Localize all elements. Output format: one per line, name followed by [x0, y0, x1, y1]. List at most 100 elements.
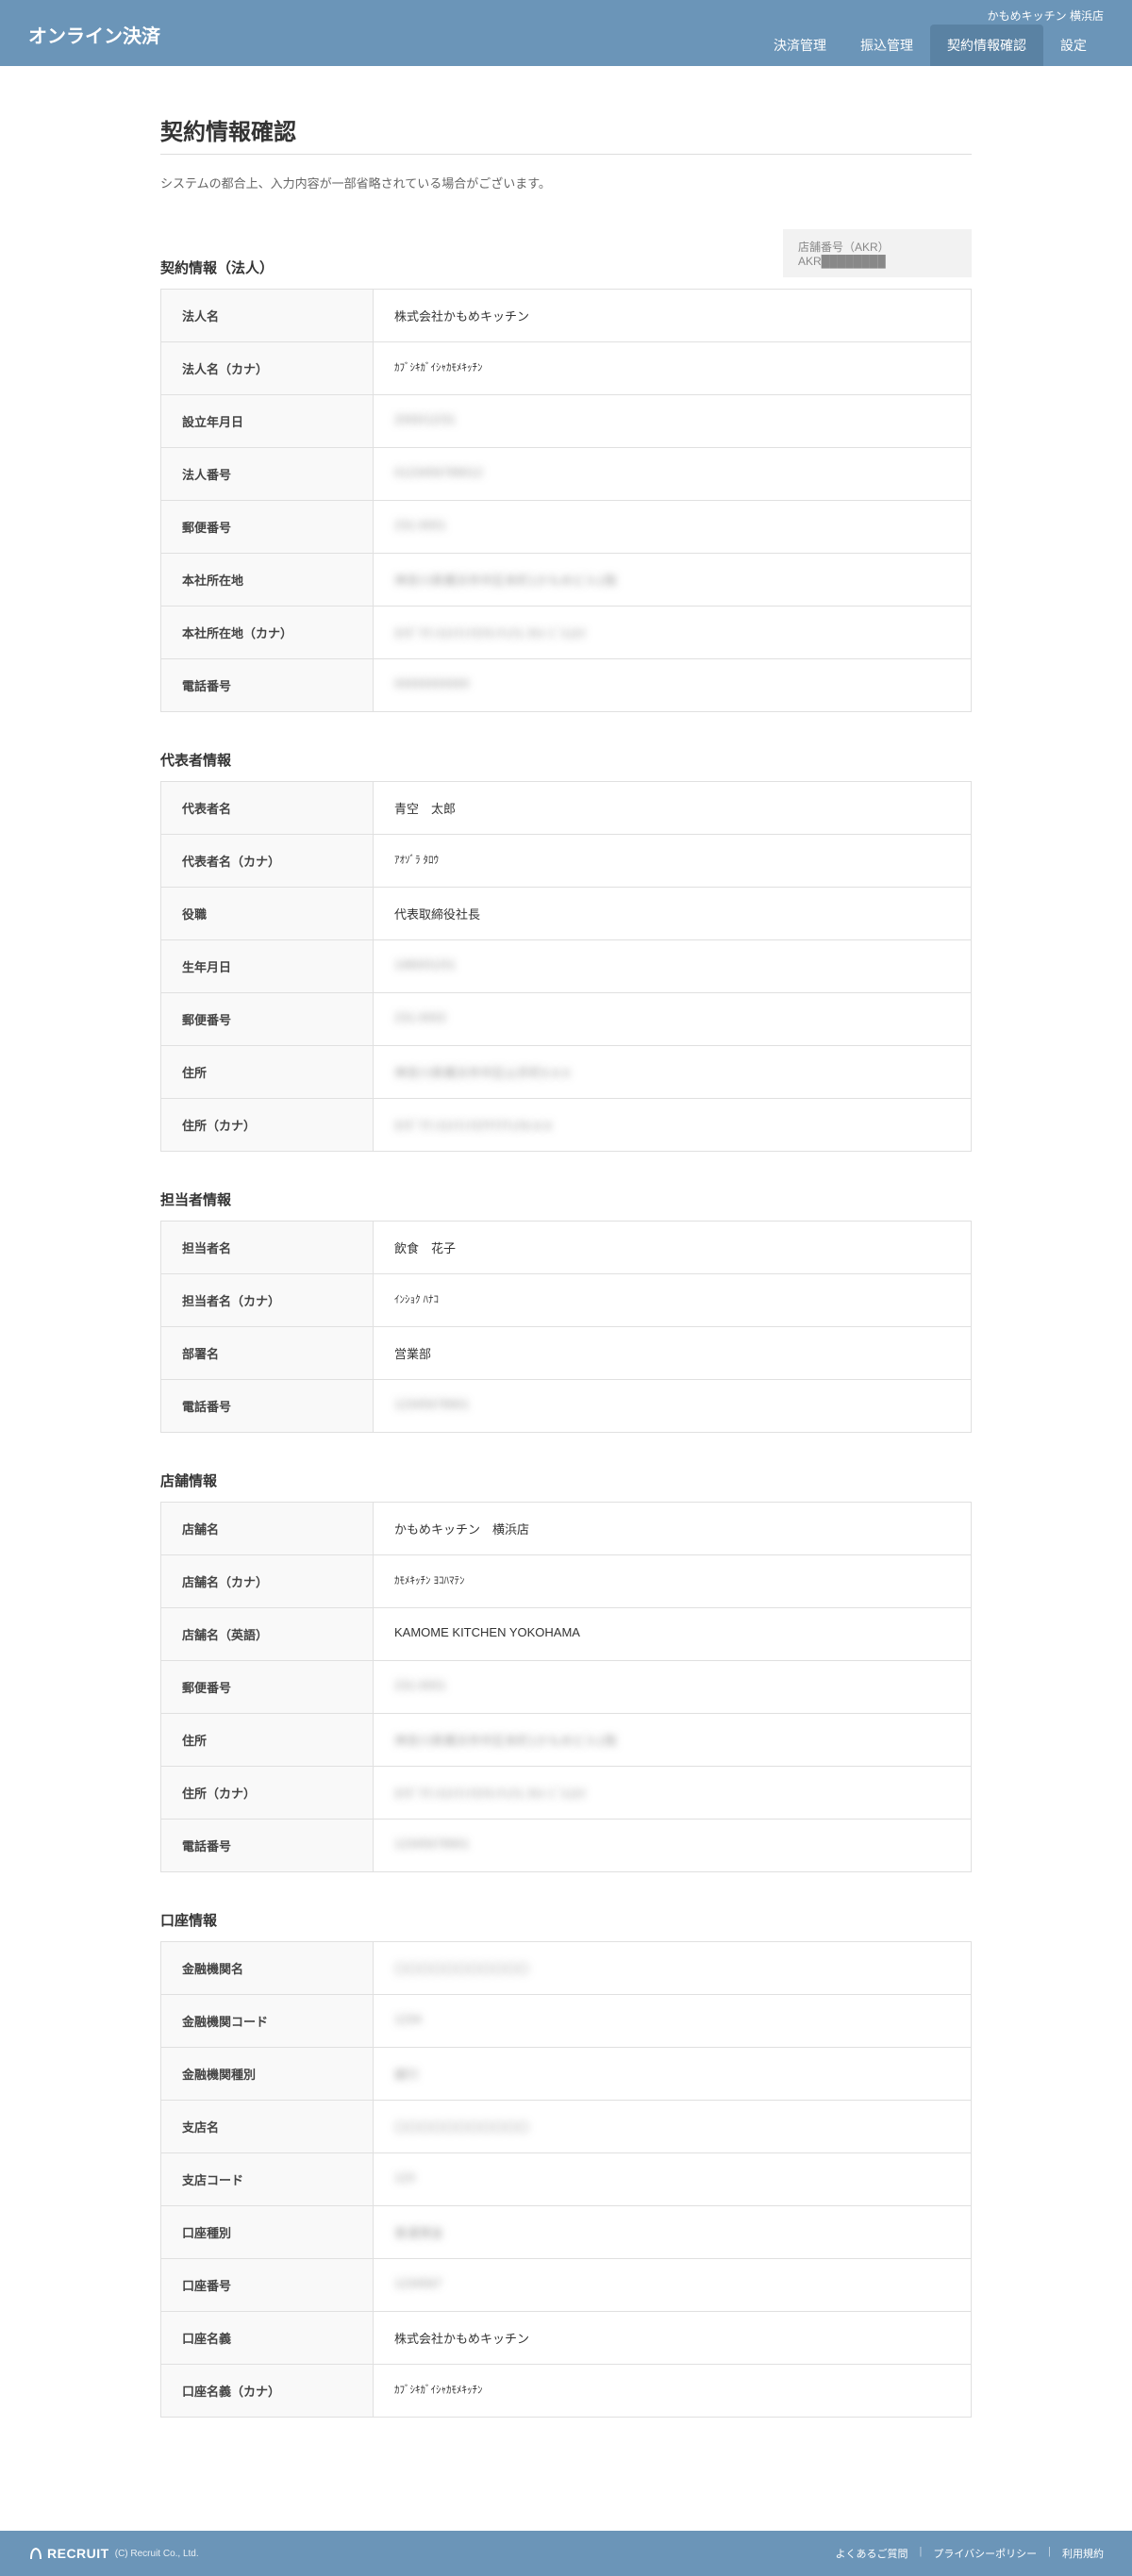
- account-row-3-value: 〇〇〇〇〇〇〇〇〇〇〇: [374, 2101, 971, 2152]
- corporate-row-0-value: 株式会社かもめキッチン: [374, 290, 971, 341]
- store-row-6-value: 12345678901: [374, 1820, 971, 1871]
- corporate-row-5-label: 本社所在地: [161, 554, 374, 606]
- store-row-3-label: 郵便番号: [161, 1661, 374, 1713]
- table-row: 電話番号12345678901: [161, 1820, 971, 1871]
- store-row-5-value: ｶﾅｶﾞﾜｹﾝﾖｺﾊﾏｼﾅｶｸﾎﾝﾁｮｳ1 ｶﾓﾒ ﾋﾞﾙ1ｶｲ: [374, 1767, 971, 1819]
- table-row: 生年月日1980/01/01: [161, 940, 971, 993]
- table-row: 法人名（カナ）ｶﾌﾞｼｷｶﾞｲｼｬｶﾓﾒｷｯﾁﾝ: [161, 342, 971, 395]
- table-row: 住所（カナ）ｶﾅｶﾞﾜｹﾝﾖｺﾊﾏｼﾅｶｸﾎﾝﾁｮｳ1 ｶﾓﾒ ﾋﾞﾙ1ｶｲ: [161, 1767, 971, 1820]
- table-row: 支店コード123: [161, 2153, 971, 2206]
- store-row-5-label: 住所（カナ）: [161, 1767, 374, 1819]
- nav-item-1[interactable]: 振込管理: [843, 25, 930, 66]
- table-row: 店舗名（カナ）ｶﾓﾒｷｯﾁﾝ ﾖｺﾊﾏﾃﾝ: [161, 1555, 971, 1608]
- account-row-5-label: 口座種別: [161, 2206, 374, 2258]
- title-divider: [160, 154, 972, 155]
- representative-row-3-label: 生年月日: [161, 940, 374, 992]
- account-row-8-value: ｶﾌﾞｼｷｶﾞｲｼｬｶﾓﾒｷｯﾁﾝ: [374, 2365, 971, 2417]
- table-row: 住所神奈川県横浜市中区山手町0-0-0: [161, 1046, 971, 1099]
- account-row-0-value: 〇〇〇〇〇〇〇〇〇〇〇: [374, 1942, 971, 1994]
- footer-link-2[interactable]: 利用規約: [1062, 2546, 1104, 2561]
- recruit-logo-icon: [28, 2546, 43, 2561]
- footer-links: よくあるご質問 | プライバシーポリシー | 利用規約: [836, 2546, 1105, 2561]
- table-row: 設立年月日2000/12/31: [161, 395, 971, 448]
- representative-row-2-label: 役職: [161, 888, 374, 939]
- table-row: 法人番号0123456789012: [161, 448, 971, 501]
- representative-row-1-value: ｱｵｿﾞﾗ ﾀﾛｳ: [374, 835, 971, 887]
- store-section-title: 店舗情報: [160, 1471, 972, 1490]
- representative-row-0-value: 青空 太郎: [374, 782, 971, 834]
- nav-item-0[interactable]: 決済管理: [757, 25, 843, 66]
- store-row-1-label: 店舗名（カナ）: [161, 1555, 374, 1607]
- corporate-section-header-row: 契約情報（法人） 店舗番号（AKR） AKR████████: [160, 229, 972, 277]
- representative-row-5-label: 住所: [161, 1046, 374, 1098]
- contact-row-1-label: 担当者名（カナ）: [161, 1274, 374, 1326]
- corporate-row-2-value: 2000/12/31: [374, 395, 971, 447]
- footer-separator: |: [920, 2546, 923, 2561]
- representative-row-2-value: 代表取締役社長: [374, 888, 971, 939]
- representative-row-6-value: ｶﾅｶﾞﾜｹﾝﾖｺﾊﾏｼﾅｶｸﾔﾏﾃﾁｮｳ0-0-0: [374, 1099, 971, 1151]
- store-number-label: 店舗番号（AKR）: [798, 239, 957, 255]
- corporate-row-6-value: ｶﾅｶﾞﾜｹﾝﾖｺﾊﾏｼﾅｶｸﾎﾝﾁｮｳ1 ｶﾓﾒ ﾋﾞﾙ1ｶｲ: [374, 607, 971, 658]
- table-row: 支店名〇〇〇〇〇〇〇〇〇〇〇: [161, 2101, 971, 2153]
- contact-row-2-label: 部署名: [161, 1327, 374, 1379]
- footer-link-1[interactable]: プライバシーポリシー: [933, 2546, 1037, 2561]
- footer-left: RECRUIT (C) Recruit Co., Ltd.: [28, 2546, 199, 2561]
- table-row: 口座種別普通預金: [161, 2206, 971, 2259]
- account-row-4-value: 123: [374, 2153, 971, 2205]
- table-row: 口座名義株式会社かもめキッチン: [161, 2312, 971, 2365]
- corporate-section-title: 契約情報（法人）: [160, 258, 274, 277]
- store-row-2-value: KAMOME KITCHEN YOKOHAMA: [374, 1608, 971, 1660]
- contact-info-table: 担当者名飲食 花子担当者名（カナ）ｲﾝｼｮｸ ﾊﾅｺ部署名営業部電話番号1234…: [160, 1221, 972, 1433]
- account-row-7-value: 株式会社かもめキッチン: [374, 2312, 971, 2364]
- account-row-5-value: 普通預金: [374, 2206, 971, 2258]
- representative-row-4-label: 郵便番号: [161, 993, 374, 1045]
- store-row-4-value: 神奈川県横浜市中区本町1かもめビル1階: [374, 1714, 971, 1766]
- corporate-row-1-value: ｶﾌﾞｼｷｶﾞｲｼｬｶﾓﾒｷｯﾁﾝ: [374, 342, 971, 394]
- account-row-2-value: 銀行: [374, 2048, 971, 2100]
- contact-row-3-label: 電話番号: [161, 1380, 374, 1432]
- table-row: 電話番号00000000000: [161, 659, 971, 711]
- representative-row-0-label: 代表者名: [161, 782, 374, 834]
- table-row: 電話番号12345678901: [161, 1380, 971, 1432]
- account-row-2-label: 金融機関種別: [161, 2048, 374, 2100]
- app-header: オンライン決済 かもめキッチン 横浜店 決済管理振込管理契約情報確認設定: [0, 0, 1132, 66]
- table-row: 担当者名（カナ）ｲﾝｼｮｸ ﾊﾅｺ: [161, 1274, 971, 1327]
- representative-row-4-value: 231-0002: [374, 993, 971, 1045]
- nav-item-2[interactable]: 契約情報確認: [930, 25, 1043, 66]
- store-number-badge: 店舗番号（AKR） AKR████████: [783, 229, 972, 277]
- footer-separator: |: [1048, 2546, 1051, 2561]
- footer-brand: RECRUIT: [28, 2546, 109, 2561]
- representative-row-1-label: 代表者名（カナ）: [161, 835, 374, 887]
- table-row: 住所（カナ）ｶﾅｶﾞﾜｹﾝﾖｺﾊﾏｼﾅｶｸﾔﾏﾃﾁｮｳ0-0-0: [161, 1099, 971, 1151]
- corporate-row-1-label: 法人名（カナ）: [161, 342, 374, 394]
- account-row-6-value: 1234567: [374, 2259, 971, 2311]
- corporate-row-3-label: 法人番号: [161, 448, 374, 500]
- table-row: 役職代表取締役社長: [161, 888, 971, 940]
- store-row-0-value: かもめキッチン 横浜店: [374, 1503, 971, 1554]
- corporate-row-3-value: 0123456789012: [374, 448, 971, 500]
- store-row-2-label: 店舗名（英語）: [161, 1608, 374, 1660]
- store-number-value: AKR████████: [798, 255, 957, 268]
- nav-item-3[interactable]: 設定: [1043, 25, 1104, 66]
- contact-row-3-value: 12345678901: [374, 1380, 971, 1432]
- table-row: 店舗名（英語）KAMOME KITCHEN YOKOHAMA: [161, 1608, 971, 1661]
- table-row: 郵便番号231-0001: [161, 1661, 971, 1714]
- footer-link-0[interactable]: よくあるご質問: [836, 2546, 908, 2561]
- contact-row-1-value: ｲﾝｼｮｸ ﾊﾅｺ: [374, 1274, 971, 1326]
- store-row-6-label: 電話番号: [161, 1820, 374, 1871]
- header-store-name: かもめキッチン 横浜店: [988, 8, 1104, 24]
- table-row: 郵便番号231-0001: [161, 501, 971, 554]
- table-row: 金融機関コード1234: [161, 1995, 971, 2048]
- corporate-row-6-label: 本社所在地（カナ）: [161, 607, 374, 658]
- account-info-table: 金融機関名〇〇〇〇〇〇〇〇〇〇〇金融機関コード1234金融機関種別銀行支店名〇〇…: [160, 1941, 972, 2418]
- table-row: 住所神奈川県横浜市中区本町1かもめビル1階: [161, 1714, 971, 1767]
- header-nav: 決済管理振込管理契約情報確認設定: [757, 25, 1104, 66]
- corporate-row-0-label: 法人名: [161, 290, 374, 341]
- account-section-title: 口座情報: [160, 1910, 972, 1930]
- table-row: 担当者名飲食 花子: [161, 1222, 971, 1274]
- corporate-row-4-label: 郵便番号: [161, 501, 374, 553]
- table-row: 代表者名（カナ）ｱｵｿﾞﾗ ﾀﾛｳ: [161, 835, 971, 888]
- account-row-3-label: 支店名: [161, 2101, 374, 2152]
- main-container: 契約情報確認 システムの都合上、入力内容が一部省略されている場合がございます。 …: [142, 66, 990, 2531]
- table-row: 口座名義（カナ）ｶﾌﾞｼｷｶﾞｲｼｬｶﾓﾒｷｯﾁﾝ: [161, 2365, 971, 2417]
